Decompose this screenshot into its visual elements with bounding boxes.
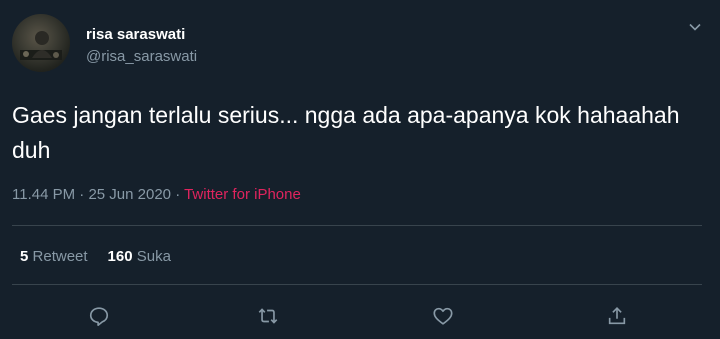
meta-separator: · bbox=[175, 186, 181, 203]
tweet-time[interactable]: 11.44 PM bbox=[12, 186, 75, 203]
more-options-button[interactable] bbox=[684, 16, 706, 38]
retweet-button[interactable] bbox=[256, 304, 280, 328]
tweet-stats: 5 Retweet 160 Suka bbox=[20, 248, 171, 265]
meta-separator: · bbox=[79, 186, 85, 203]
share-button[interactable] bbox=[605, 304, 629, 328]
like-label: Suka bbox=[136, 248, 171, 265]
author-handle[interactable]: @risa_saraswati bbox=[86, 48, 197, 65]
like-stat[interactable]: 160 Suka bbox=[108, 248, 171, 265]
share-icon bbox=[608, 307, 626, 325]
avatar[interactable] bbox=[12, 14, 70, 72]
author-name[interactable]: risa saraswati bbox=[86, 26, 185, 43]
like-icon bbox=[433, 307, 453, 325]
like-count: 160 bbox=[107, 248, 133, 265]
like-button[interactable] bbox=[431, 304, 455, 328]
reply-button[interactable] bbox=[87, 304, 111, 328]
retweet-label: Retweet bbox=[32, 248, 88, 265]
divider bbox=[12, 225, 702, 226]
retweet-count: 5 bbox=[20, 248, 29, 265]
tweet-meta: 11.44 PM · 25 Jun 2020 · Twitter for iPh… bbox=[12, 186, 301, 203]
tweet-date[interactable]: 25 Jun 2020 bbox=[88, 186, 171, 203]
retweet-icon bbox=[258, 308, 278, 324]
chevron-down-icon bbox=[689, 23, 701, 31]
tweet-source-link[interactable]: Twitter for iPhone bbox=[184, 186, 301, 203]
divider bbox=[12, 284, 702, 285]
tweet-text: Gaes jangan terlalu serius... ngga ada a… bbox=[12, 102, 680, 163]
retweet-stat[interactable]: 5 Retweet bbox=[20, 248, 88, 265]
reply-icon bbox=[89, 307, 109, 326]
